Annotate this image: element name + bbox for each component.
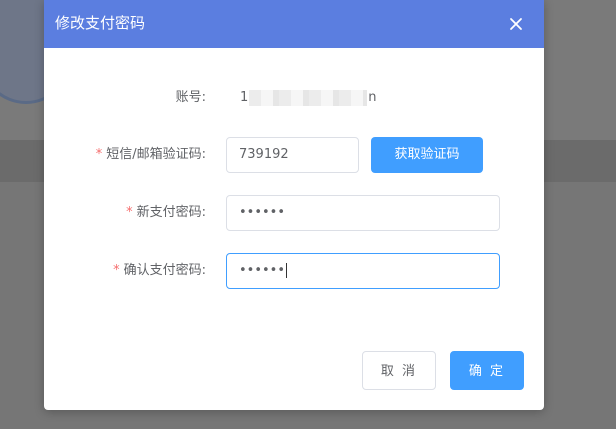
confirm-password-input[interactable]: •••••• [226,253,500,289]
sms-code-input[interactable]: 739192 [226,137,359,173]
confirm-password-label-text: 确认支付密码: [123,263,206,278]
close-icon-svg [510,18,522,30]
confirm-password-label: * 确认支付密码: [113,253,206,289]
account-masked-blur [249,89,368,106]
new-password-label: * 新支付密码: [126,195,206,231]
account-label-text: 账号: [175,90,206,105]
cancel-button[interactable]: 取 消 [362,351,436,390]
close-icon[interactable] [506,14,526,34]
get-code-button[interactable]: 获取验证码 [371,137,483,173]
required-mark: * [126,205,133,220]
sms-code-label-text: 短信/邮箱验证码: [106,147,206,162]
required-mark: * [95,147,103,162]
new-password-value: •••••• [239,205,286,220]
account-value-suffix: n [368,90,377,105]
confirm-password-row: * 确认支付密码: •••••• [44,253,544,289]
confirm-password-value: •••••• [239,263,286,278]
dialog-title: 修改支付密码 [55,14,146,32]
confirm-button[interactable]: 确 定 [450,351,524,390]
account-value-prefix: 1 [240,90,249,105]
required-mark: * [113,263,120,278]
sms-code-row: * 短信/邮箱验证码: 739192 获取验证码 [44,137,544,173]
account-value: 1n [240,80,377,116]
account-label: 账号: [176,80,206,116]
new-password-row: * 新支付密码: •••••• [44,195,544,231]
new-password-label-text: 新支付密码: [136,205,206,220]
account-row: 账号: 1n [44,80,544,116]
dialog-header: 修改支付密码 [44,0,544,48]
sms-code-label: * 短信/邮箱验证码: [96,137,206,173]
change-payment-password-dialog: 修改支付密码 账号: 1n * 短信/邮箱验证码: 739192 获取验证码 * 新… [44,0,544,410]
sms-code-value: 739192 [239,147,289,162]
text-cursor [286,263,288,278]
new-password-input[interactable]: •••••• [226,195,500,231]
